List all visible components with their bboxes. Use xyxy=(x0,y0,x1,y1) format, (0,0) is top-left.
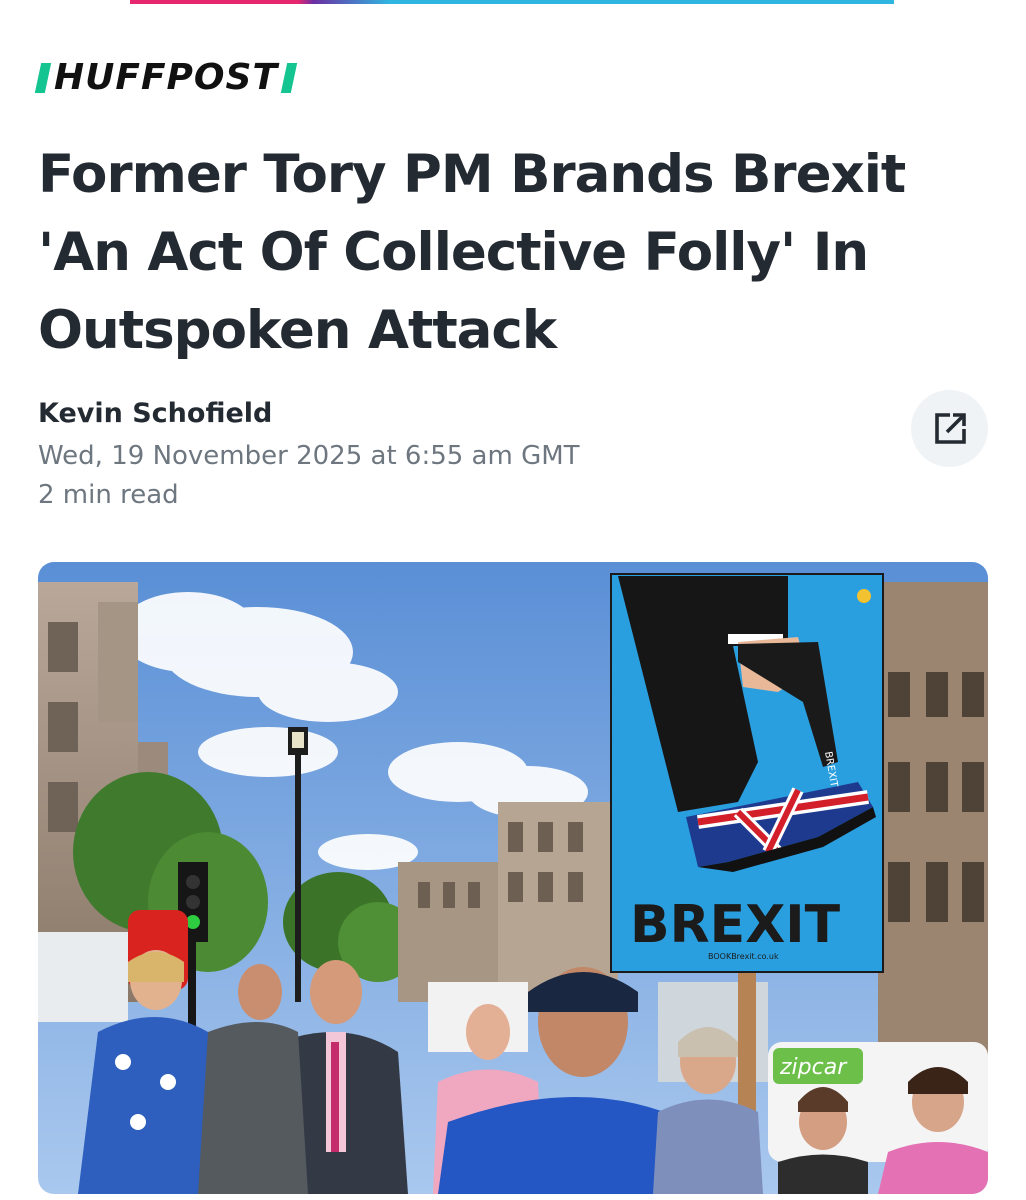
logo-right-bar xyxy=(280,63,298,93)
placard-small-text: BOOKBrexit.co.uk xyxy=(708,952,779,961)
author-name[interactable]: Kevin Schofield xyxy=(38,396,272,432)
hero-photo: zipcar BREXIT BREXIT BOOKBrexit.co.uk xyxy=(38,562,988,1194)
read-time: 2 min read xyxy=(38,480,179,510)
logo-left-bar xyxy=(34,63,52,93)
placard-brexit-text: BREXIT xyxy=(630,895,841,955)
external-link-icon xyxy=(934,412,966,444)
top-accent-bar xyxy=(130,0,894,4)
publish-date: Wed, 19 November 2025 at 6:55 am GMT xyxy=(38,441,580,471)
right-building xyxy=(878,582,988,1062)
huffpost-logo[interactable]: HUFFPOST xyxy=(34,57,298,98)
van-logo-text: zipcar xyxy=(779,1055,848,1080)
share-button[interactable] xyxy=(911,390,988,467)
article-page: HUFFPOST Former Tory PM Brands Brexit 'A… xyxy=(0,0,1026,1200)
logo-text: HUFFPOST xyxy=(54,57,279,98)
hero-image: zipcar BREXIT BREXIT BOOKBrexit.co.uk xyxy=(38,562,988,1194)
brexit-placard: BREXIT BREXIT BOOKBrexit.co.uk xyxy=(610,573,884,973)
article-headline: Former Tory PM Brands Brexit 'An Act Of … xyxy=(38,144,906,361)
